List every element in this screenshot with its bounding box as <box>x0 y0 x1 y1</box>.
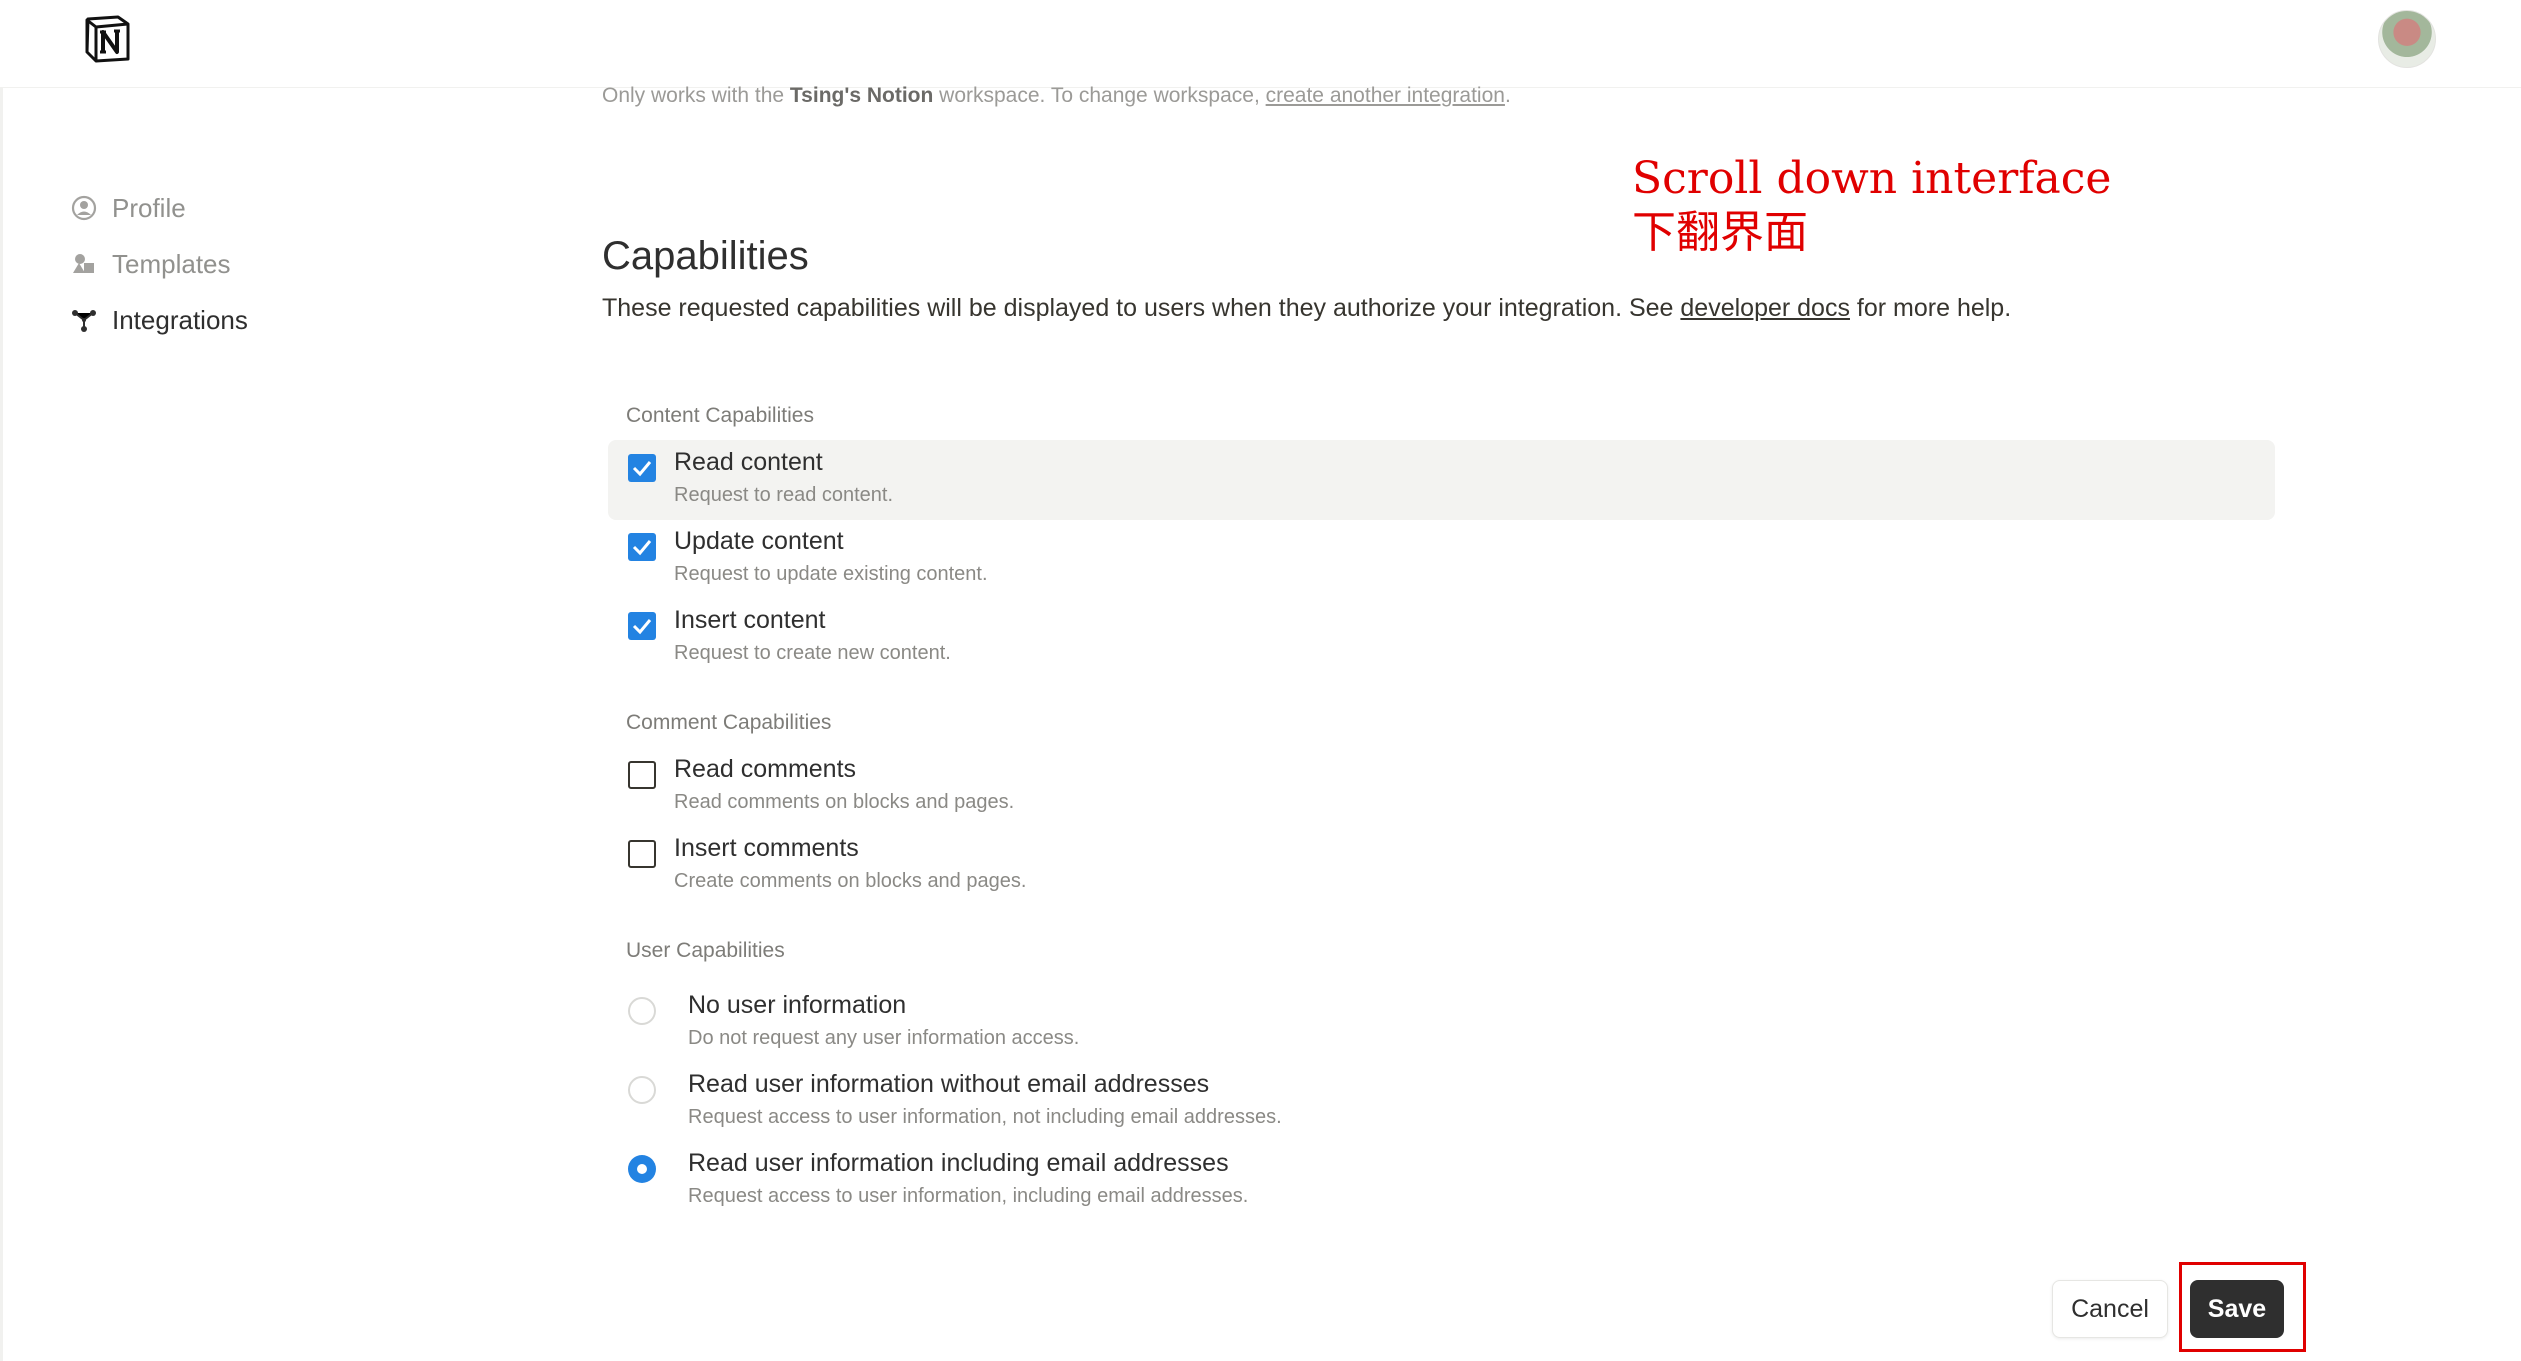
option-label: Read user information including email ad… <box>688 1149 1229 1177</box>
sidebar-item-label: Profile <box>112 192 186 223</box>
no-user-info-radio[interactable] <box>628 997 656 1025</box>
user-info-without-email-option[interactable]: Read user information without email addr… <box>608 1062 2275 1142</box>
option-label: Insert comments <box>674 834 859 862</box>
sidebar-item-label: Templates <box>112 248 231 279</box>
desc-text: for more help. <box>1849 294 2012 322</box>
settings-sidebar: Profile Templates Integrations <box>70 180 370 348</box>
option-description: Request access to user information, not … <box>688 1106 1282 1128</box>
desc-text: These requested capabilities will be dis… <box>602 294 1681 322</box>
update-content-checkbox[interactable] <box>628 533 656 561</box>
option-label: No user information <box>688 991 907 1019</box>
sidebar-item-templates[interactable]: Templates <box>70 236 370 292</box>
insert-comments-option[interactable]: Insert comments Create comments on block… <box>608 826 2275 906</box>
save-highlight-box <box>2179 1262 2306 1352</box>
capabilities-heading: Capabilities <box>602 234 809 278</box>
read-content-option[interactable]: Read content Request to read content. <box>608 440 2275 520</box>
no-user-info-option[interactable]: No user information Do not request any u… <box>608 983 2275 1063</box>
option-label: Read user information without email addr… <box>688 1070 1210 1098</box>
note-text: Only works with the <box>602 84 790 107</box>
option-description: Request access to user information, incl… <box>688 1185 1249 1207</box>
option-description: Request to read content. <box>674 484 894 506</box>
read-content-checkbox[interactable] <box>628 454 656 482</box>
left-divider <box>0 88 3 1361</box>
option-description: Request to create new content. <box>674 642 951 664</box>
note-text: . <box>1504 84 1511 107</box>
annotation-line-2: 下翻界面 <box>1632 207 1808 258</box>
scroll-annotation: Scroll down interface 下翻界面 <box>1632 152 2111 260</box>
note-text: workspace. To change workspace, <box>933 84 1266 107</box>
insert-content-checkbox[interactable] <box>628 612 656 640</box>
option-description: Create comments on blocks and pages. <box>674 870 1027 892</box>
user-info-with-email-option[interactable]: Read user information including email ad… <box>608 1141 2275 1221</box>
user-info-with-email-radio[interactable] <box>628 1155 656 1183</box>
insert-content-option[interactable]: Insert content Request to create new con… <box>608 598 2275 678</box>
templates-icon <box>70 250 98 278</box>
integrations-icon <box>70 306 98 334</box>
cancel-button[interactable]: Cancel <box>2052 1280 2168 1338</box>
workspace-note: Only works with the Tsing's Notion works… <box>602 84 1511 108</box>
checkmark-icon <box>632 461 652 477</box>
sidebar-item-integrations[interactable]: Integrations <box>70 292 370 348</box>
update-content-option[interactable]: Update content Request to update existin… <box>608 519 2275 599</box>
comment-capabilities-label: Comment Capabilities <box>626 711 832 734</box>
user-capabilities-label: User Capabilities <box>626 939 785 962</box>
option-label: Update content <box>674 527 844 555</box>
insert-comments-checkbox[interactable] <box>628 840 656 868</box>
checkmark-icon <box>632 540 652 556</box>
workspace-name: Tsing's Notion <box>789 84 934 107</box>
option-label: Insert content <box>674 606 826 634</box>
read-comments-option[interactable]: Read comments Read comments on blocks an… <box>608 747 2275 827</box>
sidebar-item-label: Integrations <box>112 304 248 335</box>
capabilities-description: These requested capabilities will be dis… <box>602 294 2011 323</box>
sidebar-item-profile[interactable]: Profile <box>70 180 370 236</box>
profile-icon <box>70 194 98 222</box>
annotation-line-1: Scroll down interface <box>1632 153 2112 204</box>
option-description: Read comments on blocks and pages. <box>674 791 1015 813</box>
checkmark-icon <box>632 619 652 635</box>
content-capabilities-label: Content Capabilities <box>626 404 814 427</box>
read-comments-checkbox[interactable] <box>628 761 656 789</box>
option-description: Do not request any user information acce… <box>688 1027 1080 1049</box>
option-label: Read comments <box>674 755 857 783</box>
user-info-without-email-radio[interactable] <box>628 1076 656 1104</box>
top-bar <box>0 0 2521 88</box>
notion-logo-icon[interactable] <box>82 14 132 64</box>
developer-docs-link[interactable]: developer docs <box>1680 294 1850 322</box>
option-label: Read content <box>674 448 823 476</box>
option-description: Request to update existing content. <box>674 563 988 585</box>
user-avatar[interactable] <box>2378 10 2436 68</box>
create-integration-link[interactable]: create another integration <box>1266 84 1505 107</box>
